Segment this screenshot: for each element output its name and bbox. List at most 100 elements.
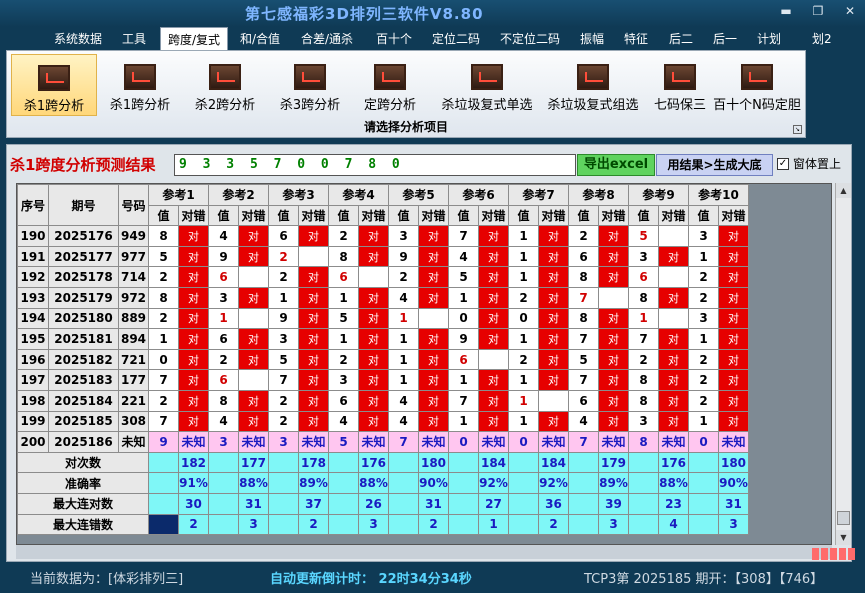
scroll-thumb[interactable] (837, 511, 850, 525)
menu-last-one[interactable]: 后一 (713, 30, 737, 47)
close-icon[interactable]: ✕ (841, 4, 859, 18)
ref-value: 2 (688, 369, 719, 391)
stats-spacer (208, 492, 239, 515)
table-row: 196 2025182 721 0 对 2 对 5 对 2 对 1 对 6 2 对 5 对 2 对 2 对 (17, 348, 749, 371)
checkbox-box[interactable]: ✓ (777, 157, 789, 170)
menu-amplitude[interactable]: 振幅 (580, 30, 604, 47)
scroll-up-icon[interactable]: ▲ (836, 183, 851, 198)
stats-spacer (208, 472, 239, 494)
stats-spacer (448, 472, 479, 494)
ref-value: 0 (508, 431, 539, 453)
result-hit: 对 (718, 410, 749, 433)
result-hit: 对 (178, 266, 209, 288)
row-period: 2025180 (48, 307, 119, 330)
menu-plan[interactable]: 计划 (757, 30, 781, 47)
stats-value: 178 (298, 451, 329, 474)
ribbon-btn-kill-span-3[interactable]: 杀3跨分析 (267, 54, 353, 116)
row-seq: 197 (17, 369, 49, 391)
resize-grip[interactable] (812, 548, 855, 560)
result-unknown: 未知 (358, 431, 389, 453)
ribbon-btn-fixed-span[interactable]: 定跨分析 (347, 54, 433, 116)
row-number: 949 (118, 225, 149, 247)
expand-icon[interactable]: ↘ (793, 125, 802, 134)
stats-value: 3 (718, 513, 749, 536)
ribbon-btn-junk-group[interactable]: 杀垃圾复式组选 (537, 54, 649, 116)
ref-value: 9 (208, 245, 239, 268)
ref-value: 3 (268, 328, 299, 350)
result-unknown: 未知 (718, 431, 749, 453)
export-excel-button[interactable]: 导出excel (577, 154, 655, 176)
result-field[interactable]: 9 3 3 5 7 0 0 7 8 0 (174, 154, 576, 176)
ribbon-btn-n-code[interactable]: 百十个N码定胆 (709, 54, 805, 116)
restore-icon[interactable]: ❐ (809, 4, 827, 18)
ribbon-btn-kill-span-2[interactable]: 杀2跨分析 (182, 54, 268, 116)
result-miss (418, 307, 449, 330)
result-miss (658, 225, 689, 247)
result-hit: 对 (718, 307, 749, 330)
th-value: 值 (388, 204, 419, 227)
vertical-scrollbar[interactable]: ▲ ▼ (835, 183, 851, 545)
chart-icon (664, 64, 696, 90)
scroll-down-icon[interactable]: ▼ (836, 530, 851, 545)
menu-diff-kill[interactable]: 合差/通杀 (301, 30, 353, 47)
ref-value: 2 (388, 266, 419, 288)
stats-value: 26 (358, 492, 389, 515)
ref-value: 3 (328, 369, 359, 391)
ref-value: 6 (628, 266, 659, 288)
th-ref-9: 参考9 (628, 184, 689, 206)
ref-value: 8 (568, 307, 599, 330)
menu-last-two[interactable]: 后二 (669, 30, 693, 47)
stats-spacer (508, 513, 539, 536)
menu-span-compound[interactable]: 跨度/复式 (160, 27, 229, 50)
result-hit: 对 (358, 410, 389, 433)
ref-value: 2 (688, 348, 719, 371)
stats-value: 89% (598, 472, 629, 494)
result-miss (238, 266, 269, 288)
th-ref-4: 参考4 (328, 184, 389, 206)
result-hit: 对 (358, 328, 389, 350)
th-value: 值 (208, 204, 239, 227)
stats-spacer (568, 451, 599, 474)
ref-value: 1 (508, 225, 539, 247)
stats-value: 88% (358, 472, 389, 494)
stats-value: 39 (598, 492, 629, 515)
menu-feature[interactable]: 特征 (624, 30, 648, 47)
topmost-checkbox[interactable]: ✓ 窗体置上 (777, 155, 841, 172)
row-seq: 194 (17, 307, 49, 330)
ribbon-btn-kill-span-1a[interactable]: 杀1跨分析 (11, 54, 97, 116)
ref-value: 0 (148, 348, 179, 371)
stats-value: 182 (178, 451, 209, 474)
menu-pos-two[interactable]: 定位二码 (432, 30, 480, 47)
stats-spacer (268, 513, 299, 536)
menu-digits[interactable]: 百十个 (376, 30, 412, 47)
result-hit: 对 (718, 328, 749, 350)
th-value: 值 (148, 204, 179, 227)
stats-value: 176 (358, 451, 389, 474)
th-ref-7: 参考7 (508, 184, 569, 206)
result-hit: 对 (658, 410, 689, 433)
minimize-icon[interactable]: ▬ (777, 4, 795, 18)
stats-spacer (328, 492, 359, 515)
menu-tools[interactable]: 工具 (122, 30, 146, 47)
result-hit: 对 (358, 348, 389, 371)
result-hit: 对 (718, 389, 749, 412)
ref-value: 1 (508, 369, 539, 391)
th-num: 号码 (118, 183, 149, 227)
ref-value: 2 (148, 389, 179, 412)
th-value: 值 (328, 204, 359, 227)
ref-value: 3 (688, 225, 719, 247)
ref-value: 7 (268, 369, 299, 391)
ribbon-btn-junk-single[interactable]: 杀垃圾复式单选 (432, 54, 542, 116)
menu-unpos-two[interactable]: 不定位二码 (500, 30, 560, 47)
menu-sum[interactable]: 和/合值 (240, 30, 280, 47)
ref-value: 7 (628, 328, 659, 350)
ref-value: 8 (148, 286, 179, 309)
menu-system-data[interactable]: 系统数据 (54, 30, 102, 47)
result-hit: 对 (478, 286, 509, 309)
row-number: 177 (118, 369, 149, 391)
menu-plan-2[interactable]: 划2 (812, 30, 832, 47)
ref-value: 7 (568, 328, 599, 350)
ribbon-btn-kill-span-1b[interactable]: 杀1跨分析 (97, 54, 183, 116)
generate-base-button[interactable]: 用结果>生成大底 (656, 154, 773, 176)
result-hit: 对 (598, 389, 629, 412)
